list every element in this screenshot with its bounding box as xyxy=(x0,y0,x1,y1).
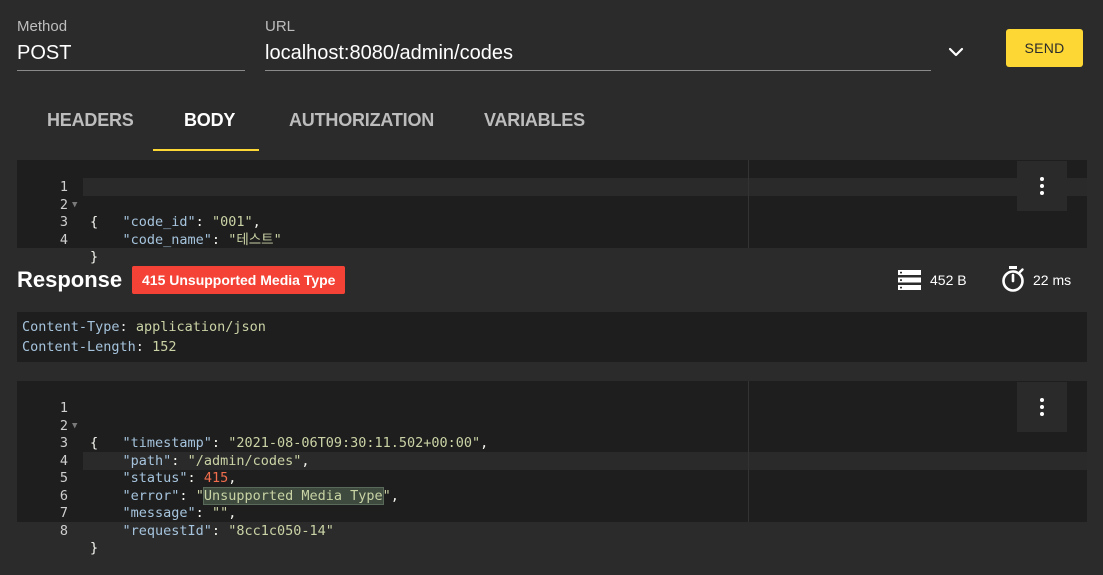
code-line: 5 "error": "Unsupported Media Type", xyxy=(17,453,399,505)
method-select[interactable]: POST xyxy=(17,42,71,65)
code-line: 2 "timestamp": "2021-08-06T09:30:11.502+… xyxy=(17,400,488,452)
code-text: "code_name": "테스트" xyxy=(122,231,282,248)
timer-icon xyxy=(1002,266,1024,292)
header-row: Content-Length: 152 xyxy=(22,339,177,355)
json-value: "2021-08-06T09:30:11.502+00:00" xyxy=(228,435,481,451)
header-value: 152 xyxy=(152,339,177,355)
json-key: "message" xyxy=(122,505,196,521)
code-line: 8 } xyxy=(17,505,98,557)
json-trail: , xyxy=(480,435,489,451)
json-key: "code_name" xyxy=(122,231,212,248)
code-text: "path": "/admin/codes", xyxy=(122,452,310,469)
fold-icon[interactable]: ▼ xyxy=(72,197,77,215)
code-text: } xyxy=(90,540,99,556)
response-title: Response xyxy=(17,267,123,292)
json-quote: " xyxy=(195,487,204,504)
code-line: 1 ▼ { xyxy=(17,162,98,230)
json-key: "status" xyxy=(122,470,188,486)
json-trail: , xyxy=(252,214,261,230)
json-key: "error" xyxy=(122,487,180,504)
response-size: 452 B xyxy=(930,272,967,288)
url-label: URL xyxy=(265,18,296,35)
line-number: 4 xyxy=(59,231,68,248)
code-text: "requestId": "8cc1c050-14" xyxy=(122,522,334,539)
active-tab-indicator xyxy=(153,149,259,151)
line-number: 8 xyxy=(59,522,68,539)
code-text: "message": "", xyxy=(122,505,237,521)
code-line: 6 "message": "", xyxy=(17,470,236,522)
print-margin xyxy=(748,381,749,522)
response-time: 22 ms xyxy=(1033,272,1072,288)
tab-authorization[interactable]: AUTHORIZATION xyxy=(289,110,434,131)
print-margin xyxy=(748,160,749,248)
code-text: "timestamp": "2021-08-06T09:30:11.502+00… xyxy=(122,435,489,451)
code-line: 3 "path": "/admin/codes", xyxy=(17,418,310,469)
json-trail: , xyxy=(228,505,237,521)
code-line: 2 "code_id": "001", xyxy=(17,179,261,231)
json-key: "timestamp" xyxy=(122,435,212,451)
url-underline xyxy=(265,70,931,71)
json-value: "8cc1c050-14" xyxy=(228,522,334,539)
active-line-highlight xyxy=(83,178,1087,196)
json-value: "테스트" xyxy=(228,231,282,248)
json-trail: , xyxy=(390,487,399,504)
send-button[interactable]: SEND xyxy=(1006,29,1083,67)
more-vert-icon[interactable] xyxy=(1017,161,1067,211)
request-body-editor[interactable]: 1 ▼ { 2 "code_id": "001", 3 "code_name":… xyxy=(17,160,1087,266)
selected-text: Unsupported Media Type xyxy=(202,486,384,505)
response-body-viewer[interactable]: 1 ▼ { 2 "timestamp": "2021-08-06T09:30:1… xyxy=(17,381,1087,557)
url-input[interactable]: localhost:8080/admin/codes xyxy=(265,42,513,65)
method-underline xyxy=(17,70,245,71)
json-quote: " xyxy=(382,487,391,504)
header-row: Content-Type: application/json xyxy=(22,319,266,335)
header-name: Content-Type xyxy=(22,319,120,335)
code-line: 4 "status": 415, xyxy=(17,435,236,487)
json-value: "" xyxy=(211,505,229,521)
code-line: 3 "code_name": "테스트" xyxy=(17,197,282,248)
tab-headers[interactable]: HEADERS xyxy=(47,110,134,131)
method-label: Method xyxy=(17,18,68,35)
json-number: 415 xyxy=(203,470,229,486)
code-line: 7 "requestId": "8cc1c050-14" xyxy=(17,488,334,539)
json-key: "code_id" xyxy=(122,214,196,230)
header-value: application/json xyxy=(135,319,266,335)
json-value: "/admin/codes" xyxy=(187,452,302,469)
json-trail: , xyxy=(228,470,237,486)
code-text: "error": "Unsupported Media Type", xyxy=(122,486,399,505)
code-text: "status": 415, xyxy=(122,470,237,486)
status-badge: 415 Unsupported Media Type xyxy=(132,266,346,294)
code-text: "code_id": "001", xyxy=(122,214,261,230)
chevron-down-icon[interactable] xyxy=(945,41,967,63)
more-vert-icon[interactable] xyxy=(1017,382,1067,432)
header-name: Content-Length xyxy=(22,339,136,355)
tab-variables[interactable]: VARIABLES xyxy=(484,110,585,131)
code-text: } xyxy=(90,249,99,265)
code-line: 4 } xyxy=(17,214,98,266)
response-headers: Content-Type: application/json Content-L… xyxy=(17,312,1087,362)
json-key: "requestId" xyxy=(122,522,212,539)
tab-body[interactable]: BODY xyxy=(184,110,235,131)
storage-icon xyxy=(898,270,921,290)
code-line: 1 ▼ { xyxy=(17,383,98,451)
fold-icon[interactable]: ▼ xyxy=(72,418,77,436)
json-trail: , xyxy=(301,452,310,469)
json-value: "001" xyxy=(211,214,253,230)
json-key: "path" xyxy=(122,452,172,469)
